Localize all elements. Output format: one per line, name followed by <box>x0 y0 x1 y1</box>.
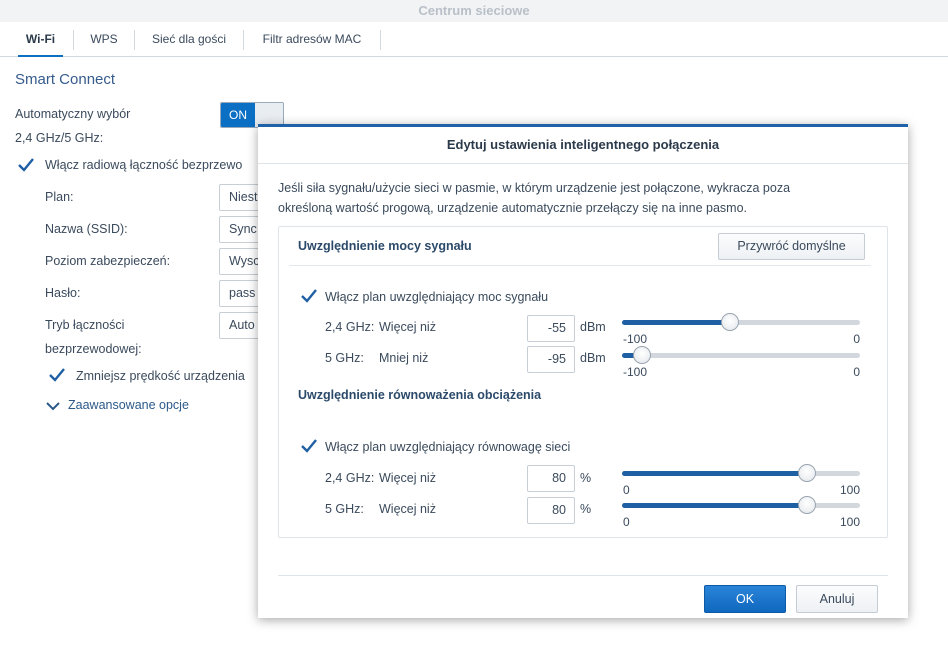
wireless-mode-label: Tryb łączności <box>45 318 125 332</box>
slider-fill <box>622 471 807 476</box>
load-24-input[interactable]: 80 <box>527 465 575 492</box>
checkmark-icon <box>18 158 34 172</box>
load-5-slider[interactable]: 0 100 <box>622 495 860 529</box>
load-5-unit: % <box>580 502 592 516</box>
load-plan-label: Włącz plan uwzględniający równowagę siec… <box>325 440 571 454</box>
plan-label: Plan: <box>45 190 74 204</box>
slider-track <box>622 353 860 358</box>
wireless-mode-label-2: bezprzewodowej: <box>45 342 142 356</box>
reduce-speed-label: Zmniejsz prędkość urządzenia <box>76 369 245 383</box>
load-24-band: 2,4 GHz: <box>325 471 375 485</box>
dialog-description: Jeśli siła sygnału/użycie sieci w pasmie… <box>278 178 898 218</box>
signal-heading: Uwzględnienie mocy sygnału <box>298 239 472 253</box>
signal-24-band: 2,4 GHz: <box>325 320 375 334</box>
signal-5-band: 5 GHz: <box>325 351 364 365</box>
ssid-label: Nazwa (SSID): <box>45 222 128 236</box>
slider-max-label: 100 <box>839 515 860 529</box>
dialog-description-line2: określoną wartość progową, urządzenie au… <box>278 201 747 215</box>
advanced-options-label: Zaawansowane opcje <box>68 398 189 412</box>
tab-bar: Wi-Fi WPS Sieć dla gości Filtr adresów M… <box>0 22 948 57</box>
signal-plan-label: Włącz plan uwzględniający moc sygnału <box>325 290 549 304</box>
load-24-slider[interactable]: 0 100 <box>622 463 860 497</box>
dialog-footer-divider <box>278 575 888 576</box>
reduce-speed-checkbox[interactable] <box>48 366 66 384</box>
checkmark-icon <box>301 289 317 303</box>
signal-24-condition: Więcej niż <box>379 320 436 334</box>
slider-thumb[interactable] <box>633 346 651 364</box>
smart-connect-dialog: Edytuj ustawienia inteligentnego połącze… <box>258 124 908 618</box>
signal-24-slider[interactable]: -100 0 <box>622 312 860 346</box>
slider-min-label: -100 <box>623 332 648 346</box>
tab-guest-network[interactable]: Sieć dla gości <box>135 22 243 56</box>
signal-plan-checkbox[interactable] <box>300 287 318 305</box>
slider-thumb[interactable] <box>798 464 816 482</box>
restore-defaults-button[interactable]: Przywróć domyślne <box>718 233 865 260</box>
signal-5-condition: Mniej niż <box>379 351 429 365</box>
section-title: Smart Connect <box>15 71 116 88</box>
chevron-down-icon <box>46 401 60 411</box>
enable-radio-checkbox[interactable] <box>17 156 35 174</box>
slider-max-label: 0 <box>853 332 860 346</box>
dialog-description-line1: Jeśli siła sygnału/użycie sieci w pasmie… <box>278 181 791 195</box>
signal-5-input[interactable]: -95 <box>527 346 575 373</box>
slider-max-label: 0 <box>853 365 860 379</box>
load-24-unit: % <box>580 471 592 485</box>
dialog-title: Edytuj ustawienia inteligentnego połącze… <box>258 127 908 164</box>
slider-fill <box>622 503 807 508</box>
security-level-label: Poziom zabezpieczeń: <box>45 254 171 268</box>
cancel-button[interactable]: Anuluj <box>796 585 878 613</box>
tab-wps[interactable]: WPS <box>74 22 134 56</box>
settings-panel: Uwzględnienie mocy sygnału Przywróć domy… <box>278 226 888 538</box>
toggle-on-label: ON <box>221 103 255 127</box>
slider-thumb[interactable] <box>798 496 816 514</box>
load-5-condition: Więcej niż <box>379 502 436 516</box>
checkmark-icon <box>49 368 65 382</box>
tab-divider <box>380 30 381 50</box>
slider-min-label: 0 <box>623 515 630 529</box>
load-plan-checkbox[interactable] <box>300 437 318 455</box>
ok-button[interactable]: OK <box>704 585 786 613</box>
tab-mac-filter[interactable]: Filtr adresów MAC <box>244 22 380 56</box>
signal-24-input[interactable]: -55 <box>527 315 575 342</box>
load-24-condition: Więcej niż <box>379 471 436 485</box>
slider-fill <box>622 320 730 325</box>
signal-5-slider[interactable]: -100 0 <box>622 345 860 379</box>
auto-select-band-label: 2,4 GHz/5 GHz: <box>15 131 104 145</box>
load-5-band: 5 GHz: <box>325 502 364 516</box>
signal-24-unit: dBm <box>580 320 606 334</box>
enable-radio-label: Włącz radiową łączność bezprzewo <box>45 158 243 172</box>
password-label: Hasło: <box>45 286 81 300</box>
panel-divider <box>289 265 871 266</box>
load-heading: Uwzględnienie równoważenia obciążenia <box>298 388 542 402</box>
auto-select-label: Automatyczny wybór <box>15 107 131 121</box>
signal-5-unit: dBm <box>580 351 606 365</box>
advanced-options-link[interactable]: Zaawansowane opcje <box>46 398 189 412</box>
window-title: Centrum sieciowe <box>0 0 948 22</box>
load-5-input[interactable]: 80 <box>527 497 575 524</box>
slider-thumb[interactable] <box>721 313 739 331</box>
checkmark-icon <box>301 439 317 453</box>
slider-min-label: -100 <box>623 365 648 379</box>
tab-wifi[interactable]: Wi-Fi <box>8 22 73 57</box>
